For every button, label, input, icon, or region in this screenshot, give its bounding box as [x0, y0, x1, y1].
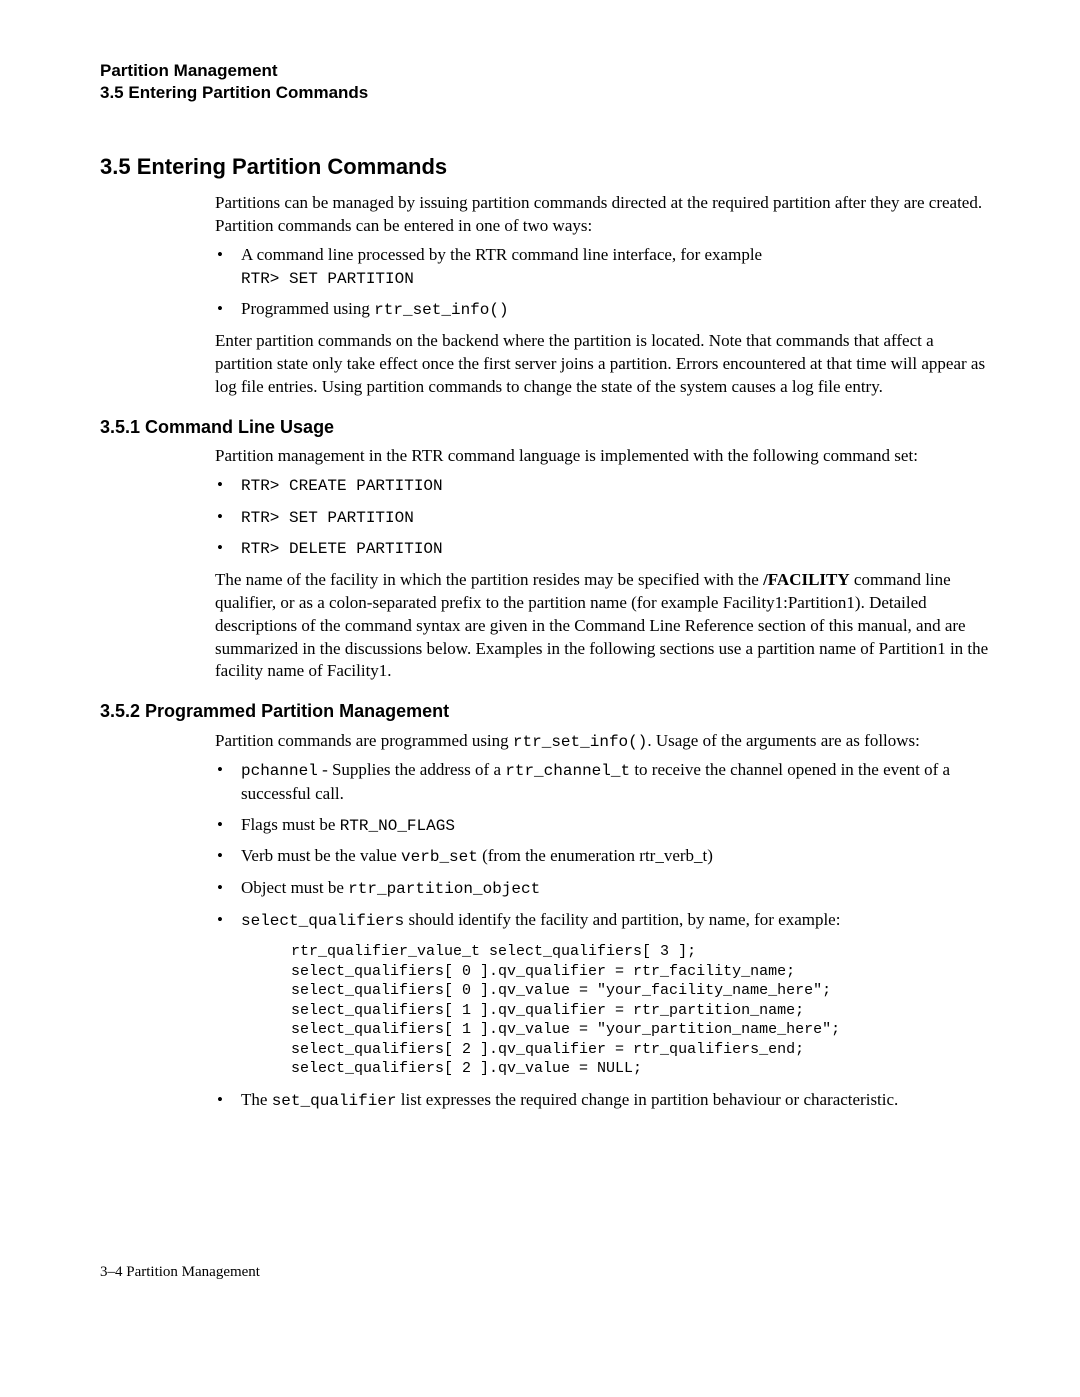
prog-intro-a: Partition commands are programmed using — [215, 731, 513, 750]
arg-object: Object must be rtr_partition_object — [215, 877, 990, 901]
after-paragraph: Enter partition commands on the backend … — [215, 330, 990, 399]
arg-object-a: Object must be — [241, 878, 348, 897]
way-cmdline-text: A command line processed by the RTR comm… — [241, 245, 762, 264]
header-line1: Partition Management — [100, 60, 990, 82]
way-cmdline-code: RTR> SET PARTITION — [241, 270, 414, 288]
section-3-5-body: Partitions can be managed by issuing par… — [215, 192, 990, 399]
footer-chapter: Partition Management — [123, 1264, 260, 1280]
arg-verb-b: (from the enumeration rtr_verb_t) — [478, 846, 713, 865]
args-list: pchannel - Supplies the address of a rtr… — [215, 759, 990, 1112]
cmd-delete-code: RTR> DELETE PARTITION — [241, 540, 443, 558]
cmd-delete: RTR> DELETE PARTITION — [215, 537, 990, 561]
arg-set-qualifier: The set_qualifier list expresses the req… — [215, 1089, 990, 1113]
arg-sq-code: select_qualifiers — [241, 912, 404, 930]
page-header: Partition Management 3.5 Entering Partit… — [100, 60, 990, 104]
cli-facility-paragraph: The name of the facility in which the pa… — [215, 569, 990, 684]
page-footer: 3–4 Partition Management — [100, 1262, 990, 1282]
arg-pchannel: pchannel - Supplies the address of a rtr… — [215, 759, 990, 806]
way-cmdline: A command line processed by the RTR comm… — [215, 244, 990, 291]
cmd-set-code: RTR> SET PARTITION — [241, 509, 414, 527]
intro-paragraph: Partitions can be managed by issuing par… — [215, 192, 990, 238]
cmd-set: RTR> SET PARTITION — [215, 506, 990, 530]
facility-qualifier: /FACILITY — [763, 570, 850, 589]
cmd-create: RTR> CREATE PARTITION — [215, 474, 990, 498]
cli-p2a: The name of the facility in which the pa… — [215, 570, 763, 589]
prog-intro: Partition commands are programmed using … — [215, 730, 990, 754]
page-number: 3–4 — [100, 1264, 123, 1280]
arg-setq-code: set_qualifier — [272, 1092, 397, 1110]
arg-verb-code: verb_set — [401, 848, 478, 866]
arg-flags-a: Flags must be — [241, 815, 340, 834]
arg-verb: Verb must be the value verb_set (from th… — [215, 845, 990, 869]
ways-list: A command line processed by the RTR comm… — [215, 244, 990, 322]
cli-intro: Partition management in the RTR command … — [215, 445, 990, 468]
header-line2: 3.5 Entering Partition Commands — [100, 82, 990, 104]
way-programmed-text: Programmed using — [241, 299, 374, 318]
arg-setq-b: list expresses the required change in pa… — [397, 1090, 899, 1109]
arg-verb-a: Verb must be the value — [241, 846, 401, 865]
section-title-3-5-1: 3.5.1 Command Line Usage — [100, 415, 990, 439]
prog-intro-b: . Usage of the arguments are as follows: — [647, 731, 920, 750]
section-3-5-2-body: Partition commands are programmed using … — [215, 730, 990, 1113]
arg-setq-a: The — [241, 1090, 272, 1109]
command-list: RTR> CREATE PARTITION RTR> SET PARTITION… — [215, 474, 990, 561]
arg-pchannel-code1: pchannel — [241, 762, 318, 780]
arg-pchannel-a: - Supplies the address of a — [318, 760, 505, 779]
section-3-5-1-body: Partition management in the RTR command … — [215, 445, 990, 683]
arg-object-code: rtr_partition_object — [348, 880, 540, 898]
arg-pchannel-code2: rtr_channel_t — [505, 762, 630, 780]
section-title-3-5-2: 3.5.2 Programmed Partition Management — [100, 699, 990, 723]
code-example: rtr_qualifier_value_t select_qualifiers[… — [291, 942, 990, 1079]
way-programmed-code: rtr_set_info() — [374, 301, 508, 319]
arg-select-qualifiers: select_qualifiers should identify the fa… — [215, 909, 990, 1079]
cmd-create-code: RTR> CREATE PARTITION — [241, 477, 443, 495]
arg-sq-a: should identify the facility and partiti… — [404, 910, 840, 929]
prog-intro-code: rtr_set_info() — [513, 733, 647, 751]
way-programmed: Programmed using rtr_set_info() — [215, 298, 990, 322]
arg-flags: Flags must be RTR_NO_FLAGS — [215, 814, 990, 838]
section-title-3-5: 3.5 Entering Partition Commands — [100, 152, 990, 182]
arg-flags-code: RTR_NO_FLAGS — [340, 817, 455, 835]
